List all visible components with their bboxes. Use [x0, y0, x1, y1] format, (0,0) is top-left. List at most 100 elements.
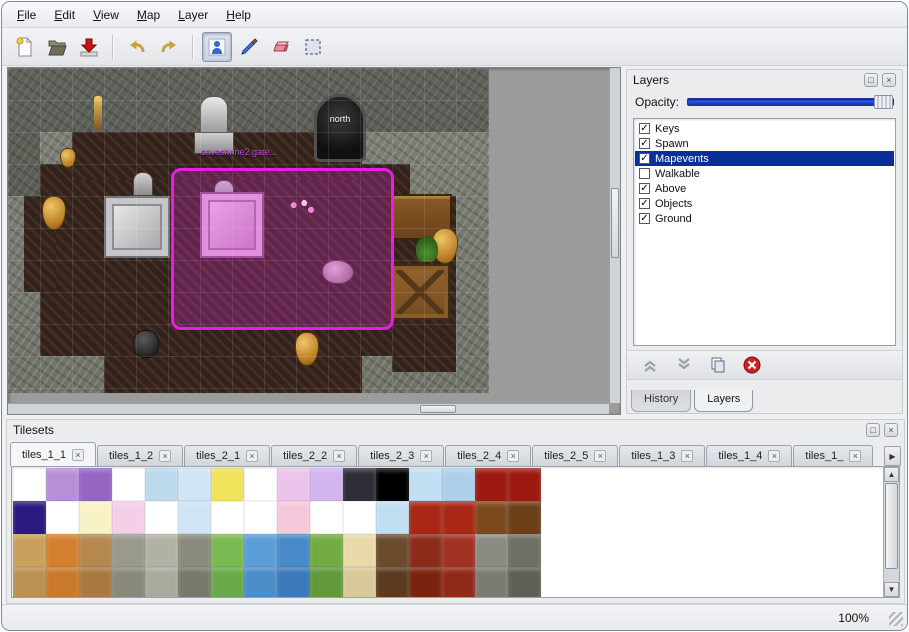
palette-tile[interactable]	[343, 567, 376, 598]
palette-tile[interactable]	[409, 534, 442, 567]
palette-tile[interactable]	[376, 567, 409, 598]
palette-tile[interactable]	[244, 468, 277, 501]
palette-tile[interactable]	[508, 567, 541, 598]
palette-tile[interactable]	[79, 567, 112, 598]
tab-close-icon[interactable]: ×	[768, 450, 780, 462]
tab-close-icon[interactable]: ×	[159, 450, 171, 462]
palette-tile[interactable]	[112, 468, 145, 501]
menu-file[interactable]: File	[8, 5, 45, 25]
selection-rectangle[interactable]	[171, 168, 394, 330]
tab-layers[interactable]: Layers	[694, 390, 753, 412]
palette-tile[interactable]	[376, 534, 409, 567]
scrollbar-handle[interactable]	[611, 188, 619, 258]
palette-tile[interactable]	[409, 501, 442, 534]
palette-tile[interactable]	[13, 567, 46, 598]
redo-button[interactable]	[154, 32, 184, 62]
palette-tile[interactable]	[343, 534, 376, 567]
palette-tile[interactable]	[508, 468, 541, 501]
map-vertical-scrollbar[interactable]	[609, 68, 620, 403]
tileset-tab-tiles_1_2[interactable]: tiles_1_2×	[97, 445, 183, 466]
palette-tile[interactable]	[376, 501, 409, 534]
save-map-button[interactable]	[74, 32, 104, 62]
palette-tile[interactable]	[79, 501, 112, 534]
scrollbar-handle[interactable]	[420, 405, 456, 413]
opacity-slider[interactable]	[687, 93, 894, 110]
tileset-tab-tiles_1_[interactable]: tiles_1_×	[793, 445, 873, 466]
tab-close-icon[interactable]: ×	[849, 450, 861, 462]
palette-tile[interactable]	[178, 501, 211, 534]
layer-list[interactable]: ✓Keys✓Spawn✓MapeventsWalkable✓Above✓Obje…	[633, 118, 896, 346]
menu-help[interactable]: Help	[217, 5, 260, 25]
checkbox-checked-icon[interactable]: ✓	[639, 138, 650, 149]
palette-tile[interactable]	[244, 501, 277, 534]
raise-layer-button[interactable]	[639, 354, 661, 376]
layer-row-objects[interactable]: ✓Objects	[635, 196, 894, 211]
checkbox-unchecked-icon[interactable]	[639, 168, 650, 179]
palette-tile[interactable]	[46, 501, 79, 534]
resize-grip[interactable]	[889, 612, 903, 626]
undo-button[interactable]	[122, 32, 152, 62]
palette-tile[interactable]	[211, 501, 244, 534]
scrollbar-handle[interactable]	[885, 483, 898, 569]
palette-tile[interactable]	[145, 567, 178, 598]
tileset-tab-tiles_1_4[interactable]: tiles_1_4×	[706, 445, 792, 466]
opacity-slider-handle[interactable]	[874, 95, 893, 109]
tileset-tab-tiles_1_1[interactable]: tiles_1_1×	[10, 442, 96, 466]
menu-layer[interactable]: Layer	[169, 5, 217, 25]
tileset-tab-tiles_2_4[interactable]: tiles_2_4×	[445, 445, 531, 466]
tileset-tab-tiles_2_5[interactable]: tiles_2_5×	[532, 445, 618, 466]
menu-view[interactable]: View	[84, 5, 128, 25]
palette-tile[interactable]	[112, 501, 145, 534]
layer-row-mapevents[interactable]: ✓Mapevents	[635, 151, 894, 166]
scroll-up-icon[interactable]: ▲	[884, 467, 899, 482]
palette-tile[interactable]	[475, 468, 508, 501]
palette-tile[interactable]	[442, 468, 475, 501]
tab-close-icon[interactable]: ×	[246, 450, 258, 462]
tab-scroll-right-icon[interactable]: ▶	[884, 446, 901, 466]
palette-tile[interactable]	[343, 468, 376, 501]
palette-tile[interactable]	[277, 534, 310, 567]
palette-tile[interactable]	[409, 567, 442, 598]
palette-tile[interactable]	[211, 534, 244, 567]
stamp-brush-tool[interactable]	[202, 32, 232, 62]
checkbox-checked-icon[interactable]: ✓	[639, 153, 650, 164]
new-map-button[interactable]	[10, 32, 40, 62]
tab-close-icon[interactable]: ×	[507, 450, 519, 462]
palette-tile[interactable]	[178, 468, 211, 501]
layer-row-walkable[interactable]: Walkable	[635, 166, 894, 181]
palette-tile[interactable]	[343, 501, 376, 534]
eraser-tool[interactable]	[266, 32, 296, 62]
map-view[interactable]: north caveshrine2 gate...	[7, 67, 621, 415]
palette-tile[interactable]	[244, 534, 277, 567]
layer-row-above[interactable]: ✓Above	[635, 181, 894, 196]
palette-tile[interactable]	[211, 567, 244, 598]
palette-tile[interactable]	[277, 501, 310, 534]
fill-tool[interactable]	[234, 32, 264, 62]
palette-tile[interactable]	[310, 501, 343, 534]
palette-tile[interactable]	[508, 501, 541, 534]
palette-tile[interactable]	[376, 468, 409, 501]
palette-tile[interactable]	[13, 468, 46, 501]
checkbox-checked-icon[interactable]: ✓	[639, 183, 650, 194]
map-canvas[interactable]: north caveshrine2 gate...	[8, 68, 489, 393]
tab-history[interactable]: History	[631, 390, 691, 412]
checkbox-checked-icon[interactable]: ✓	[639, 123, 650, 134]
tileset-tab-tiles_1_3[interactable]: tiles_1_3×	[619, 445, 705, 466]
close-icon[interactable]: ×	[884, 423, 898, 437]
checkbox-checked-icon[interactable]: ✓	[639, 213, 650, 224]
palette-tile[interactable]	[475, 534, 508, 567]
palette-tile[interactable]	[13, 534, 46, 567]
palette-tile[interactable]	[475, 567, 508, 598]
palette-tile[interactable]	[112, 534, 145, 567]
palette-tile[interactable]	[112, 567, 145, 598]
tab-close-icon[interactable]: ×	[420, 450, 432, 462]
select-tool[interactable]	[298, 32, 328, 62]
palette-tile[interactable]	[277, 468, 310, 501]
palette-tile[interactable]	[211, 468, 244, 501]
palette-tile[interactable]	[46, 534, 79, 567]
palette-tile[interactable]	[244, 567, 277, 598]
tab-close-icon[interactable]: ×	[333, 450, 345, 462]
menu-edit[interactable]: Edit	[45, 5, 84, 25]
palette-tile[interactable]	[277, 567, 310, 598]
tab-close-icon[interactable]: ×	[594, 450, 606, 462]
